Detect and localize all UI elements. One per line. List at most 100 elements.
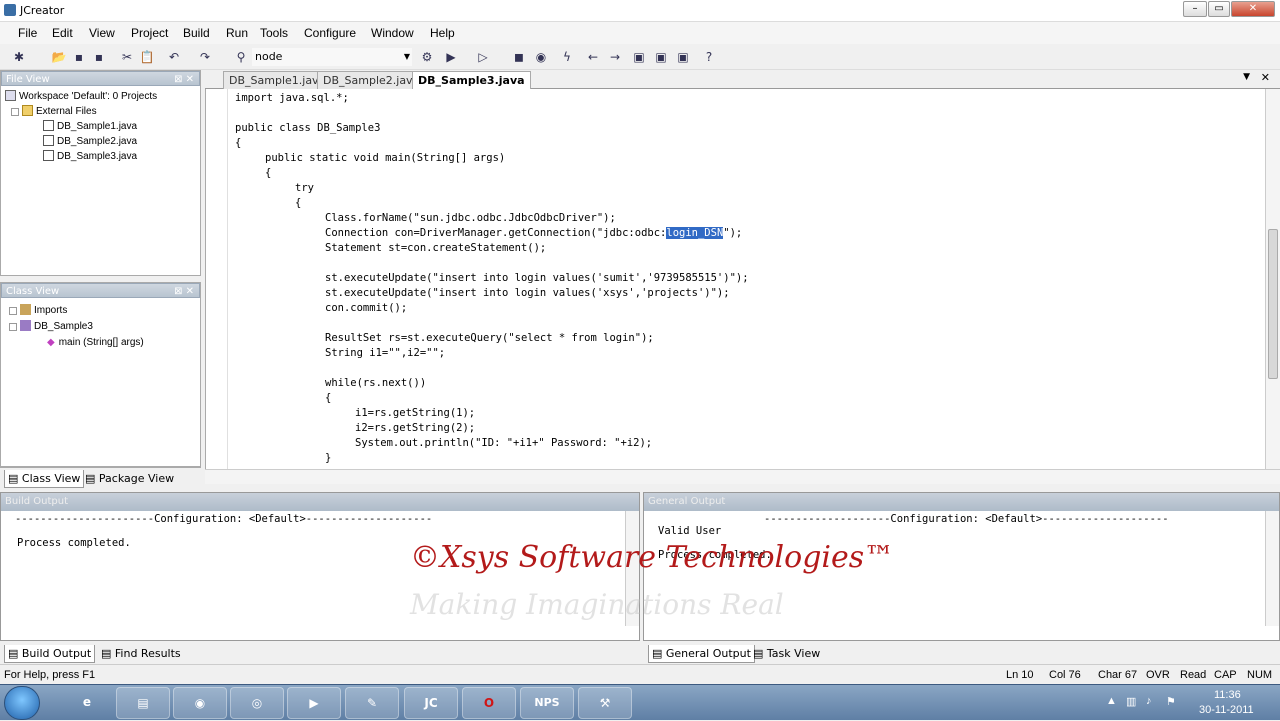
code-line: { (265, 166, 271, 181)
tab-general-output[interactable]: ▤ General Output (648, 645, 755, 663)
code-text: { (265, 167, 272, 179)
menu-run[interactable]: Run (226, 26, 248, 40)
tree-file-1[interactable]: DB_Sample1.java (43, 120, 137, 132)
save-all-icon[interactable]: ▪ (90, 48, 108, 66)
tree-imports[interactable]: Imports (9, 304, 67, 316)
debug-icon[interactable]: ◉ (532, 48, 550, 66)
status-num: NUM (1247, 669, 1273, 681)
menu-view[interactable]: View (89, 26, 115, 40)
opera-icon[interactable]: O (462, 687, 516, 719)
back-icon[interactable]: ← (584, 48, 602, 66)
collapse-icon[interactable] (9, 323, 17, 331)
tab-label: Build Output (21, 647, 92, 660)
network-icon[interactable]: ▥ (1126, 695, 1136, 708)
compile-icon[interactable]: ⚙ (418, 48, 436, 66)
code-text: i2=rs.getString(2); (355, 422, 476, 434)
tab-db-sample3[interactable]: DB_Sample3.java (412, 71, 531, 89)
close-button[interactable]: ✕ (1231, 1, 1275, 17)
maximize-button[interactable]: ▭ (1208, 1, 1230, 17)
code-line: System.out.println("ID: "+i1+" Password:… (355, 436, 652, 451)
tree-method[interactable]: ◆ main (String[] args) (47, 337, 144, 348)
method-icon: ◆ (47, 337, 55, 348)
tab-build-output[interactable]: ▤ Build Output (4, 645, 96, 663)
redo-icon[interactable]: ↷ (196, 48, 214, 66)
start-button[interactable] (4, 686, 40, 720)
code-line: { (295, 196, 301, 211)
save-icon[interactable]: ▪ (70, 48, 88, 66)
forward-icon[interactable]: → (606, 48, 624, 66)
tree-class[interactable]: DB_Sample3 (9, 320, 93, 332)
tab-class-view[interactable]: ▤ Class View (4, 470, 85, 488)
code-text: con.commit(); (325, 302, 408, 314)
minimize-button[interactable]: – (1183, 1, 1207, 17)
imports-icon (20, 304, 31, 315)
new-file-icon[interactable]: ✱ (10, 48, 28, 66)
help-icon[interactable]: ? (700, 48, 718, 66)
tree-file-3[interactable]: DB_Sample3.java (43, 150, 137, 162)
code-line: { (325, 391, 331, 406)
nps-icon[interactable]: NPS (520, 687, 574, 719)
tree-file-2[interactable]: DB_Sample2.java (43, 135, 137, 147)
chevron-down-icon: ▼ (403, 52, 410, 61)
tab-db-sample1[interactable]: DB_Sample1.java (223, 71, 332, 89)
notepad-icon[interactable]: ✎ (345, 687, 399, 719)
code-line: while(rs.next()) (325, 376, 426, 391)
folder-label: External Files (36, 106, 97, 117)
cut-icon[interactable]: ✂ (118, 48, 136, 66)
tree-external-files[interactable]: External Files (11, 105, 97, 117)
menu-help[interactable]: Help (430, 26, 455, 40)
tab-find-results[interactable]: ▤ Find Results (98, 645, 184, 663)
horizontal-scrollbar[interactable] (205, 469, 1280, 484)
code-text: public static void main(String[] args) (265, 152, 506, 164)
lightning-icon[interactable]: ϟ (558, 48, 576, 66)
code-text: i1=rs.getString(1); (355, 407, 476, 419)
media-icon[interactable]: ◎ (230, 687, 284, 719)
run-icon[interactable]: ▶ (442, 48, 460, 66)
find-icon[interactable]: ⚲ (232, 48, 250, 66)
jcreator-icon[interactable]: JC (404, 687, 458, 719)
code-text: st.executeUpdate("insert into login valu… (325, 287, 730, 299)
code-line: st.executeUpdate("insert into login valu… (325, 286, 730, 301)
menu-project[interactable]: Project (131, 26, 168, 40)
tree-workspace[interactable]: Workspace 'Default': 0 Projects (5, 90, 157, 102)
menu-edit[interactable]: Edit (52, 26, 73, 40)
window2-icon[interactable]: ▣ (652, 48, 670, 66)
tab-db-sample2[interactable]: DB_Sample2.java (317, 71, 426, 89)
close-editor-icon[interactable]: ✕ (1261, 71, 1270, 84)
ie-icon[interactable]: e (60, 687, 114, 719)
flag-icon[interactable]: ⚑ (1166, 695, 1176, 708)
taskbar: e ▤ ◉ ◎ ▶ ✎ JC O NPS ⚒ ▲ ▥ ♪ ⚑ 11:36 30-… (0, 684, 1280, 720)
undo-icon[interactable]: ↶ (165, 48, 183, 66)
open-icon[interactable]: 📂 (50, 48, 68, 66)
editor-tabs: DB_Sample1.java DB_Sample2.java DB_Sampl… (205, 70, 1280, 89)
wmp-icon[interactable]: ▶ (287, 687, 341, 719)
close-icon[interactable]: ⊠ ✕ (174, 72, 194, 87)
paste-icon[interactable]: 📋 (138, 48, 156, 66)
volume-icon[interactable]: ♪ (1146, 695, 1152, 707)
stop-icon[interactable]: ◼ (510, 48, 528, 66)
menu-file[interactable]: File (18, 26, 37, 40)
code-text: import java.sql.*; (235, 92, 349, 104)
menu-configure[interactable]: Configure (304, 26, 356, 40)
menu-window[interactable]: Window (371, 26, 414, 40)
execute-icon[interactable]: ▷ (474, 48, 492, 66)
scroll-thumb[interactable] (1268, 229, 1278, 379)
close-icon[interactable]: ⊠ ✕ (174, 284, 194, 299)
collapse-icon[interactable] (11, 108, 19, 116)
code-editor[interactable]: import java.sql.*; public class DB_Sample… (205, 89, 1265, 469)
window-icon[interactable]: ▣ (630, 48, 648, 66)
menu-build[interactable]: Build (183, 26, 210, 40)
menu-tools[interactable]: Tools (260, 26, 288, 40)
tab-list-icon[interactable]: ▼ (1243, 72, 1250, 82)
output-scrollbar[interactable] (1265, 511, 1279, 626)
chrome-icon[interactable]: ◉ (173, 687, 227, 719)
window3-icon[interactable]: ▣ (674, 48, 692, 66)
tools-icon[interactable]: ⚒ (578, 687, 632, 719)
explorer-icon[interactable]: ▤ (116, 687, 170, 719)
show-hidden-icon[interactable]: ▲ (1106, 695, 1117, 707)
configuration-select[interactable]: node ▼ (252, 48, 412, 66)
tab-task-view[interactable]: ▤ Task View (750, 645, 823, 663)
tab-package-view[interactable]: ▤ Package View (82, 470, 177, 488)
vertical-scrollbar[interactable] (1265, 89, 1280, 469)
expand-icon[interactable] (9, 307, 17, 315)
